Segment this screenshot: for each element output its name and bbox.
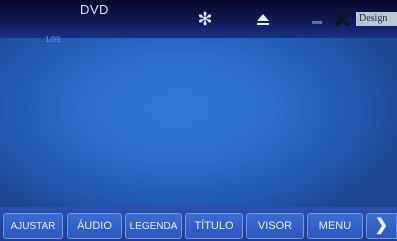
minimize-button[interactable] — [304, 6, 330, 32]
menu-button[interactable]: MENU — [307, 213, 363, 239]
close-icon — [334, 11, 350, 27]
dvd-screen: DVD ✻ Design 1/99 AJUSTAR ÁUDIO LEGENDA … — [0, 0, 397, 241]
visor-button[interactable]: VISOR — [246, 213, 304, 239]
audio-button[interactable]: ÁUDIO — [67, 213, 122, 239]
bottom-menu-bar: AJUSTAR ÁUDIO LEGENDA TÍTULO VISOR MENU … — [0, 207, 397, 241]
next-page-button[interactable]: ❯ — [366, 213, 397, 239]
eject-button[interactable] — [250, 6, 276, 32]
source-title: DVD — [80, 2, 109, 17]
minimize-icon — [312, 20, 322, 24]
video-area[interactable] — [0, 38, 397, 206]
ajustar-button[interactable]: AJUSTAR — [3, 213, 63, 239]
gear-icon: ✻ — [197, 9, 213, 29]
chevron-right-icon: ❯ — [374, 217, 389, 234]
brand-text: Design — [356, 12, 397, 26]
eject-icon — [257, 13, 269, 25]
legenda-button[interactable]: LEGENDA — [125, 213, 182, 239]
settings-button[interactable]: ✻ — [192, 6, 218, 32]
titulo-button[interactable]: TÍTULO — [185, 213, 243, 239]
close-button[interactable] — [329, 6, 355, 32]
top-bar: DVD ✻ Design — [0, 0, 397, 38]
